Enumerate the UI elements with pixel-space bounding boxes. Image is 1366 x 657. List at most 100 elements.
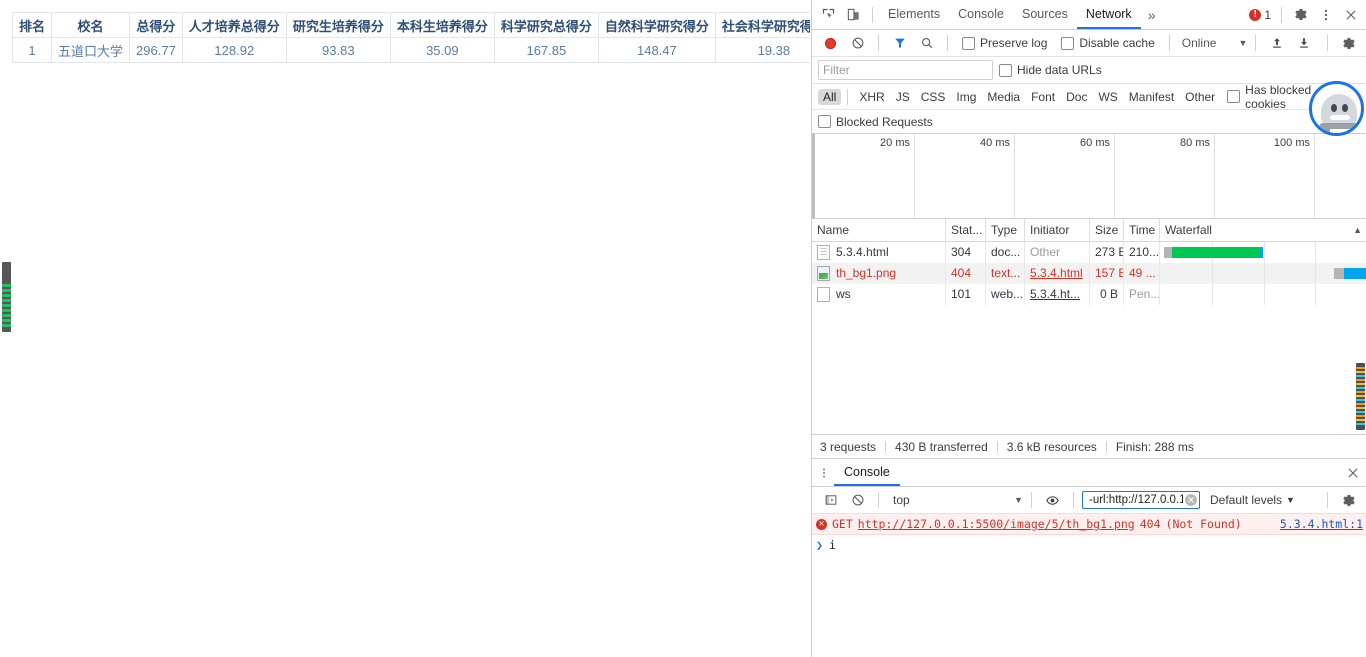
type-filter-all[interactable]: All bbox=[818, 88, 842, 105]
more-tabs-icon[interactable]: » bbox=[1141, 7, 1163, 23]
type-filter-xhr[interactable]: XHR bbox=[854, 89, 889, 105]
disable-cache-label: Disable cache bbox=[1079, 36, 1155, 50]
record-dot-icon bbox=[825, 37, 836, 49]
cell-type: web... bbox=[986, 284, 1025, 305]
tab-network[interactable]: Network bbox=[1076, 0, 1141, 29]
console-filter-input[interactable] bbox=[1087, 493, 1185, 507]
checkbox-box bbox=[818, 115, 831, 128]
device-toolbar-icon[interactable] bbox=[841, 2, 866, 27]
col-waterfall-label: Waterfall bbox=[1165, 223, 1212, 237]
record-button[interactable] bbox=[818, 31, 843, 56]
col-name[interactable]: Name bbox=[812, 219, 946, 241]
summary-resources: 3.6 kB resources bbox=[1006, 439, 1097, 454]
type-filter-font[interactable]: Font bbox=[1026, 89, 1060, 105]
tab-elements[interactable]: Elements bbox=[879, 0, 949, 29]
col-size[interactable]: Size bbox=[1090, 219, 1124, 241]
type-filter-js[interactable]: JS bbox=[891, 89, 915, 105]
col-status[interactable]: Stat... bbox=[946, 219, 986, 241]
type-filter-doc[interactable]: Doc bbox=[1061, 89, 1092, 105]
cell-waterfall bbox=[1160, 284, 1366, 305]
console-error-url[interactable]: http://127.0.0.1:5500/image/5/th_bg1.png bbox=[858, 517, 1135, 531]
summary-divider bbox=[996, 440, 998, 453]
disable-cache-checkbox[interactable]: Disable cache bbox=[1061, 36, 1155, 50]
console-settings-gear-icon[interactable] bbox=[1336, 488, 1361, 513]
type-filter-css[interactable]: CSS bbox=[916, 89, 951, 105]
toolbar-divider-2 bbox=[1281, 6, 1282, 23]
clear-button[interactable] bbox=[845, 31, 870, 56]
error-icon: ! bbox=[1249, 8, 1262, 21]
timeline-tick: 100 ms bbox=[1215, 134, 1315, 218]
requests-header-row: Name Stat... Type Initiator Size Time Wa… bbox=[812, 219, 1366, 242]
col-initiator[interactable]: Initiator bbox=[1025, 219, 1090, 241]
cell-initiator: Other bbox=[1025, 242, 1090, 263]
preserve-log-label: Preserve log bbox=[980, 36, 1048, 50]
export-har-icon[interactable] bbox=[1291, 31, 1316, 56]
cell-name: 5.3.4.html bbox=[812, 242, 946, 263]
avatar[interactable] bbox=[1309, 81, 1364, 136]
table-row[interactable]: 5.3.4.html 304 doc... Other 273 B 210... bbox=[812, 242, 1366, 263]
console-prompt-row[interactable]: ❯ i bbox=[812, 535, 1366, 555]
error-count-badge[interactable]: ! 1 bbox=[1249, 8, 1271, 22]
table-row[interactable]: ws 101 web... 5.3.4.ht... 0 B Pen... bbox=[812, 284, 1366, 305]
type-divider bbox=[847, 88, 849, 105]
clear-console-icon[interactable] bbox=[845, 488, 870, 513]
type-filter-img[interactable]: Img bbox=[951, 89, 981, 105]
network-timeline-overview[interactable]: 20 ms 40 ms 60 ms 80 ms 100 ms bbox=[812, 134, 1366, 219]
show-console-sidebar-icon[interactable] bbox=[818, 488, 843, 513]
tab-sources[interactable]: Sources bbox=[1013, 0, 1077, 29]
console-context-select[interactable]: top ▼ bbox=[893, 493, 1023, 507]
cell-initiator[interactable]: 5.3.4.html bbox=[1025, 263, 1090, 284]
search-icon[interactable] bbox=[914, 31, 939, 56]
timeline-tick-label: 100 ms bbox=[1273, 137, 1310, 149]
prompt-arrow-icon: ❯ bbox=[816, 538, 823, 552]
type-filter-other[interactable]: Other bbox=[1180, 89, 1220, 105]
cell-research: 167.85 bbox=[493, 37, 599, 63]
network-filter-input[interactable] bbox=[818, 60, 993, 80]
preserve-log-checkbox[interactable]: Preserve log bbox=[962, 36, 1047, 50]
type-filter-ws[interactable]: WS bbox=[1093, 89, 1122, 105]
summary-divider bbox=[885, 440, 887, 453]
col-type[interactable]: Type bbox=[986, 219, 1025, 241]
drawer-menu-icon[interactable] bbox=[814, 462, 834, 484]
cell-initiator[interactable]: 5.3.4.ht... bbox=[1025, 284, 1090, 305]
page-vertical-scrollbar[interactable] bbox=[2, 262, 11, 332]
column-header-total: 总得分 bbox=[129, 12, 183, 38]
clear-filter-icon[interactable]: ✕ bbox=[1185, 494, 1197, 506]
cell-status: 404 bbox=[946, 263, 986, 284]
type-filter-media[interactable]: Media bbox=[982, 89, 1025, 105]
console-messages: ✕ GET http://127.0.0.1:5500/image/5/th_b… bbox=[812, 514, 1366, 555]
col-waterfall[interactable]: Waterfall ▲ bbox=[1160, 219, 1366, 241]
waterfall-download-segment bbox=[1259, 247, 1264, 258]
network-settings-gear-icon[interactable] bbox=[1336, 31, 1361, 56]
kebab-menu-icon[interactable] bbox=[1313, 2, 1338, 27]
console-prompt-value[interactable]: i bbox=[829, 538, 836, 552]
network-requests-table: Name Stat... Type Initiator Size Time Wa… bbox=[812, 219, 1366, 435]
table-row[interactable]: th_bg1.png 404 text... 5.3.4.html 157 B … bbox=[812, 263, 1366, 284]
cell-size: 0 B bbox=[1090, 284, 1124, 305]
drawer-tab-console[interactable]: Console bbox=[834, 459, 900, 486]
blocked-requests-checkbox[interactable]: Blocked Requests bbox=[818, 115, 933, 129]
console-toolbar: top ▼ ✕ Default levels ▼ bbox=[812, 487, 1366, 514]
throttling-select[interactable]: Online ▼ bbox=[1182, 36, 1248, 50]
gear-icon[interactable] bbox=[1288, 2, 1313, 27]
filter-button[interactable] bbox=[887, 31, 912, 56]
console-filter-box[interactable]: ✕ bbox=[1082, 491, 1200, 509]
live-expression-icon[interactable] bbox=[1040, 488, 1065, 513]
console-error-message[interactable]: ✕ GET http://127.0.0.1:5500/image/5/th_b… bbox=[812, 514, 1366, 535]
import-har-icon[interactable] bbox=[1264, 31, 1289, 56]
console-levels-select[interactable]: Default levels ▼ bbox=[1210, 493, 1295, 507]
inspect-element-icon[interactable] bbox=[816, 2, 841, 27]
net-divider-2 bbox=[947, 35, 948, 51]
close-icon[interactable] bbox=[1338, 2, 1363, 27]
col-time[interactable]: Time bbox=[1124, 219, 1160, 241]
websocket-icon bbox=[817, 287, 830, 302]
devtools-vertical-scrollbar[interactable] bbox=[1356, 363, 1365, 430]
throttling-value: Online bbox=[1181, 36, 1217, 50]
console-error-source[interactable]: 5.3.4.html:1 bbox=[1280, 517, 1363, 531]
timeline-tick-label: 80 ms bbox=[1180, 137, 1210, 149]
hide-data-urls-checkbox[interactable]: Hide data URLs bbox=[999, 63, 1102, 77]
tab-console[interactable]: Console bbox=[949, 0, 1013, 29]
type-filter-manifest[interactable]: Manifest bbox=[1124, 89, 1179, 105]
drawer-close-icon[interactable] bbox=[1340, 460, 1365, 485]
network-filter-row: Hide data URLs bbox=[812, 57, 1366, 84]
